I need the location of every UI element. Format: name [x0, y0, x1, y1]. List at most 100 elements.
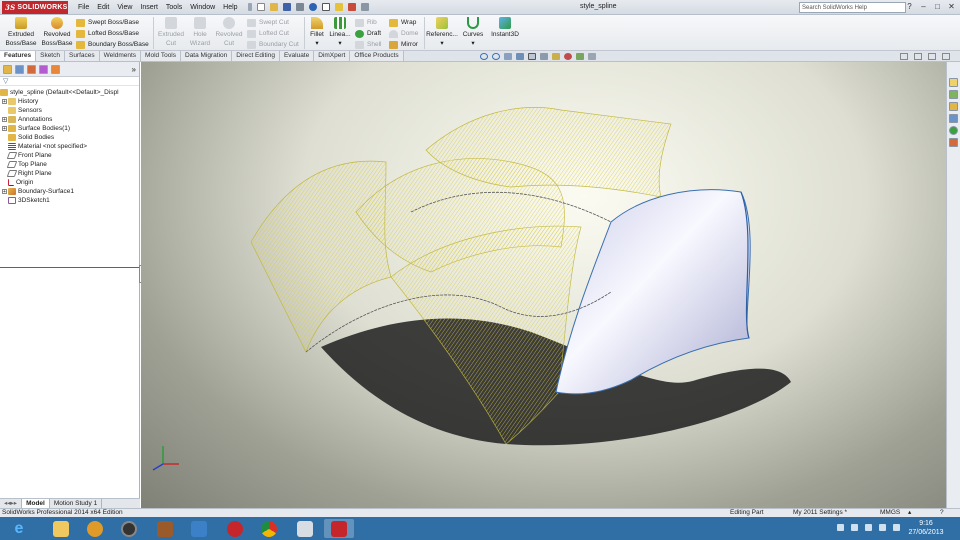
instant3d-button[interactable]: Instant3D — [488, 17, 522, 40]
taskbar-explorer[interactable] — [46, 519, 76, 538]
menu-insert[interactable]: Insert — [136, 1, 162, 14]
linear-pattern-dropdown-icon[interactable]: ▾ — [328, 40, 352, 48]
configuration-manager-tab-icon[interactable] — [27, 64, 36, 74]
expand-icon[interactable]: + — [2, 117, 7, 123]
expand-tabs-icon[interactable]: » — [132, 65, 136, 74]
property-manager-tab-icon[interactable] — [15, 64, 24, 74]
tab-surfaces[interactable]: Surfaces — [64, 51, 100, 61]
zoom-to-area-icon[interactable] — [492, 53, 500, 60]
solidworks-logo[interactable]: 3S SOLIDWORKS — [2, 0, 68, 14]
draft-button[interactable]: Draft — [355, 28, 381, 39]
menu-edit[interactable]: Edit — [93, 1, 113, 14]
tree-item-front-plane[interactable]: Front Plane — [0, 151, 139, 160]
taskbar-app-6[interactable] — [220, 519, 250, 538]
fillet-button[interactable]: Fillet ▾ — [306, 17, 328, 48]
tab-weldments[interactable]: Weldments — [99, 51, 142, 61]
maximize-viewport-icon[interactable] — [928, 53, 936, 60]
reference-dropdown-icon[interactable]: ▾ — [426, 40, 458, 48]
display-style-icon[interactable] — [540, 53, 548, 60]
lofted-cut-button[interactable]: Lofted Cut — [247, 28, 289, 39]
edit-appearance-icon[interactable] — [564, 53, 572, 60]
help-search-input[interactable]: Search SolidWorks Help — [799, 2, 906, 13]
expand-icon[interactable]: + — [2, 99, 7, 105]
tree-item-annotations[interactable]: + Annotations — [0, 115, 139, 124]
menu-file[interactable]: File — [74, 1, 93, 14]
taskbar-app-5[interactable] — [184, 519, 214, 538]
mirror-button[interactable]: Mirror — [389, 39, 418, 50]
curves-dropdown-icon[interactable]: ▾ — [460, 40, 486, 48]
pin-icon[interactable] — [247, 3, 252, 11]
file-explorer-icon[interactable] — [949, 102, 958, 111]
swept-cut-button[interactable]: Swept Cut — [247, 17, 289, 28]
help-status-icon[interactable]: ? — [940, 509, 944, 517]
tray-shield-icon[interactable] — [851, 524, 858, 531]
taskbar-app-4[interactable] — [150, 519, 180, 538]
taskbar-app-2[interactable] — [80, 519, 110, 538]
boundary-cut-button[interactable]: Boundary Cut — [247, 39, 299, 50]
internet-explorer-icon[interactable]: e — [4, 519, 34, 538]
expand-icon[interactable]: + — [2, 126, 7, 132]
fillet-dropdown-icon[interactable]: ▾ — [306, 40, 328, 48]
tree-item-history[interactable]: + History — [0, 97, 139, 106]
curves-button[interactable]: Curves ▾ — [460, 17, 486, 48]
boundary-boss-button[interactable]: Boundary Boss/Base — [76, 39, 149, 50]
taskbar-clock[interactable]: 9:16 27/06/2013 — [904, 519, 948, 537]
unit-system[interactable]: MMGS — [880, 509, 900, 517]
shell-button[interactable]: Shell — [355, 39, 381, 50]
tree-item-boundary-surface[interactable]: + Boundary-Surface1 — [0, 187, 139, 196]
tab-mold-tools[interactable]: Mold Tools — [141, 51, 181, 61]
tab-evaluate[interactable]: Evaluate — [279, 51, 315, 61]
expand-icon[interactable]: + — [2, 189, 7, 195]
extruded-boss-button[interactable]: Extruded Boss/Base — [4, 17, 38, 48]
boundary-surface-body[interactable] — [555, 189, 751, 395]
revolved-cut-button[interactable]: Revolved Cut — [213, 17, 245, 48]
dome-button[interactable]: Dome — [389, 28, 418, 39]
reference-geometry-button[interactable]: Referenc... ▾ — [426, 17, 458, 48]
linear-pattern-button[interactable]: Linea... ▾ — [328, 17, 352, 48]
rebuild-icon[interactable] — [334, 3, 343, 11]
tree-item-3dsketch[interactable]: 3DSketch1 — [0, 196, 139, 205]
tile-window-icon[interactable] — [900, 53, 908, 60]
apply-scene-icon[interactable] — [576, 53, 584, 60]
hole-wizard-button[interactable]: Hole Wizard — [187, 17, 213, 48]
tab-dimxpert[interactable]: DimXpert — [314, 51, 351, 61]
open-folder-icon[interactable] — [269, 3, 278, 11]
appearances-icon[interactable] — [949, 126, 958, 135]
taskbar-solidworks[interactable] — [324, 519, 354, 538]
tree-root-part[interactable]: style_spline (Default<<Default>_Displ — [0, 88, 139, 97]
tab-scroll-arrows-icon[interactable]: ◂◂▸▸ — [0, 499, 23, 508]
dimxpert-manager-tab-icon[interactable] — [39, 64, 48, 74]
tray-network-icon[interactable] — [879, 524, 886, 531]
tree-item-sensors[interactable]: Sensors — [0, 106, 139, 115]
settings-profile[interactable]: My 2011 Settings * — [793, 509, 847, 517]
display-manager-tab-icon[interactable] — [51, 64, 60, 74]
tab-direct-editing[interactable]: Direct Editing — [232, 51, 280, 61]
rib-button[interactable]: Rib — [355, 17, 377, 28]
help-icon[interactable]: ? — [905, 2, 914, 11]
tray-up-arrow-icon[interactable] — [837, 524, 844, 531]
new-document-icon[interactable] — [256, 3, 265, 11]
tab-features[interactable]: Features — [0, 51, 37, 61]
view-settings-icon[interactable] — [588, 53, 596, 60]
tab-data-migration[interactable]: Data Migration — [181, 51, 233, 61]
swept-boss-button[interactable]: Swept Boss/Base — [76, 17, 139, 28]
tab-office-products[interactable]: Office Products — [350, 51, 404, 61]
graphics-viewport[interactable] — [141, 62, 946, 508]
menu-tools[interactable]: Tools — [162, 1, 186, 14]
taskbar-app-3[interactable] — [114, 519, 144, 538]
tray-volume-icon[interactable] — [893, 524, 900, 531]
taskbar-chrome[interactable] — [254, 519, 284, 538]
undo-icon[interactable] — [308, 3, 317, 11]
tree-item-origin[interactable]: Origin — [0, 178, 139, 187]
options-icon[interactable] — [360, 3, 369, 11]
menu-help[interactable]: Help — [219, 1, 241, 14]
file-properties-icon[interactable] — [347, 3, 356, 11]
tray-flag-icon[interactable] — [865, 524, 872, 531]
close-viewport-icon[interactable] — [942, 53, 950, 60]
print-icon[interactable] — [295, 3, 304, 11]
rollback-bar[interactable] — [0, 267, 140, 268]
tab-sketch[interactable]: Sketch — [36, 51, 65, 61]
close-icon[interactable]: ✕ — [947, 2, 956, 11]
menu-view[interactable]: View — [113, 1, 136, 14]
extruded-cut-button[interactable]: Extruded Cut — [155, 17, 187, 48]
